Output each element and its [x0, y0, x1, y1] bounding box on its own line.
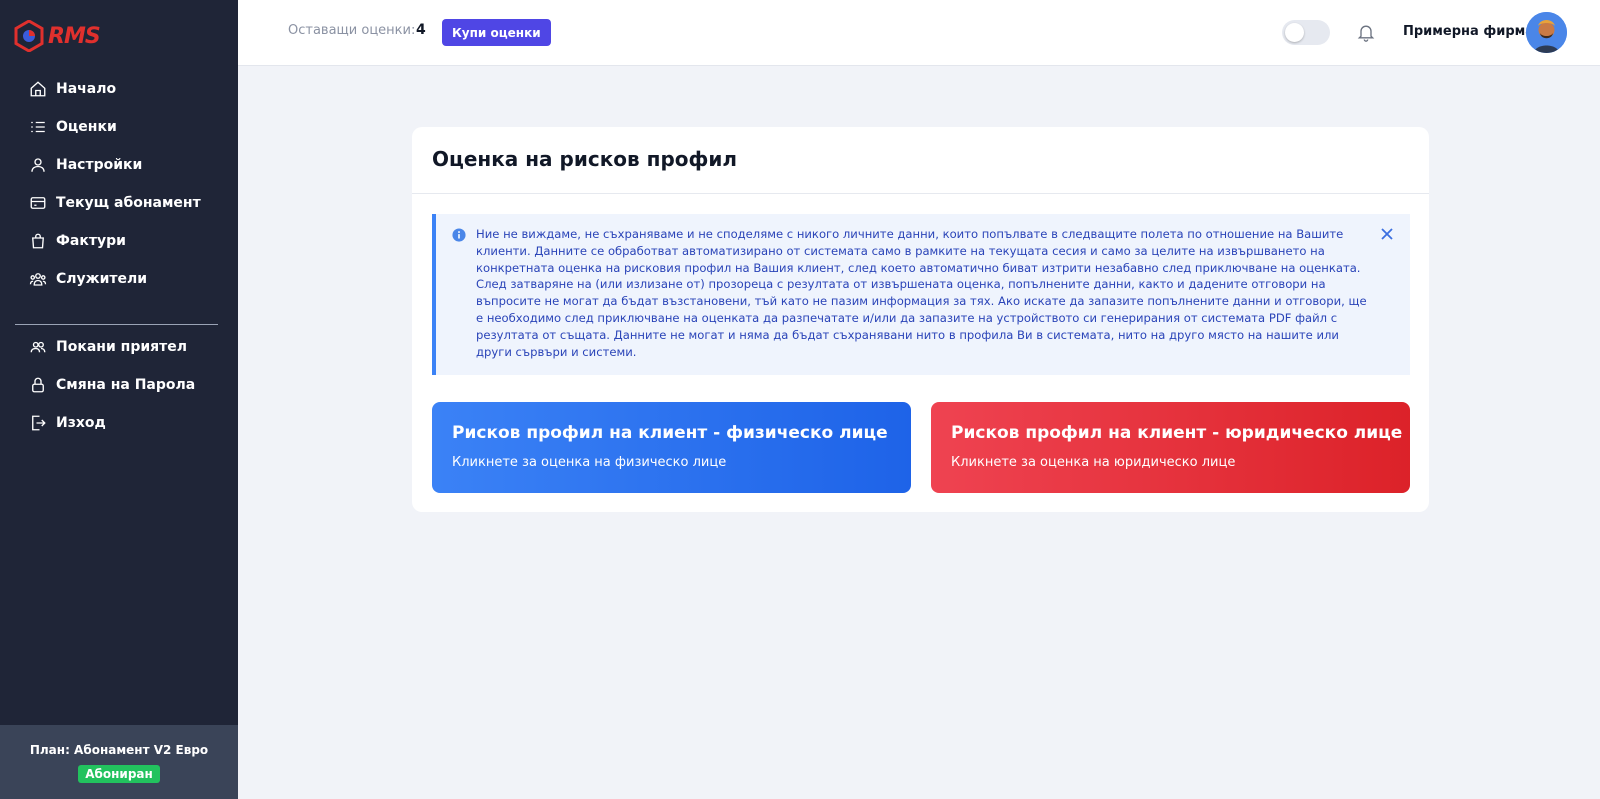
sidebar-nav: Начало Оценки Настройки Текущ абонамент … — [0, 70, 238, 298]
sidebar-item-label: Фактури — [56, 233, 126, 249]
remaining-assessments-count: 4 — [416, 22, 426, 38]
home-icon — [30, 81, 46, 97]
logout-icon — [32, 415, 46, 431]
sidebar-item-logout[interactable]: Изход — [0, 404, 238, 442]
toggle-knob — [1285, 23, 1304, 42]
sidebar-item-label: Начало — [56, 81, 117, 97]
tile-title: Рисков профил на клиент - физическо лице — [452, 423, 888, 443]
user-icon — [31, 158, 45, 172]
sidebar-item-label: Смяна на Парола — [56, 377, 196, 393]
info-text: Ние не виждаме, не съхраняваме и не спод… — [476, 227, 1367, 359]
lock-icon — [32, 377, 44, 393]
theme-toggle[interactable] — [1282, 20, 1330, 45]
sidebar-item-label: Покани приятел — [56, 339, 187, 355]
tile-subtitle: Кликнете за оценка на физическо лице — [452, 455, 727, 470]
sidebar-item-invite[interactable]: Покани приятел — [0, 328, 238, 366]
remaining-assessments-label: Оставащи оценки: — [288, 23, 416, 38]
sidebar-divider — [15, 324, 218, 325]
plan-panel: План: Абонамент V2 Евро Абониран — [0, 725, 238, 799]
logo[interactable]: RMS — [14, 20, 101, 52]
users-icon — [29, 273, 47, 286]
privacy-info-alert: Ние не виждаме, не съхраняваме и не спод… — [432, 214, 1410, 375]
risk-profile-card: Оценка на рисков профил Ние не виждаме, … — [412, 127, 1429, 512]
sidebar-item-change-password[interactable]: Смяна на Парола — [0, 366, 238, 404]
sidebar-item-settings[interactable]: Настройки — [0, 146, 238, 184]
sidebar-item-label: Оценки — [56, 119, 117, 135]
list-icon — [31, 121, 45, 133]
close-icon[interactable] — [1380, 227, 1394, 241]
invite-icon — [30, 341, 46, 353]
sidebar-item-assessments[interactable]: Оценки — [0, 108, 238, 146]
sidebar-item-employees[interactable]: Служители — [0, 260, 238, 298]
status-badge: Абониран — [78, 765, 160, 783]
sidebar-item-label: Настройки — [56, 157, 143, 173]
sidebar-item-label: Служители — [56, 271, 148, 287]
logo-hex-icon — [14, 20, 44, 52]
sidebar-item-home[interactable]: Начало — [0, 70, 238, 108]
buy-assessments-button[interactable]: Купи оценки — [442, 19, 551, 46]
tile-subtitle: Кликнете за оценка на юридическо лице — [951, 455, 1236, 470]
logo-text: RMS — [48, 23, 101, 49]
company-name[interactable]: Примерна фирма — [1403, 24, 1534, 39]
plan-text: План: Абонамент V2 Евро — [29, 743, 209, 757]
page-title: Оценка на рисков профил — [432, 147, 738, 171]
sidebar-item-label: Текущ абонамент — [56, 195, 201, 211]
sidebar-item-invoices[interactable]: Фактури — [0, 222, 238, 260]
card-icon — [30, 197, 46, 209]
sidebar-item-label: Изход — [56, 415, 106, 431]
bag-icon — [32, 233, 44, 249]
sidebar: RMS Начало Оценки Настройки Текущ абонам… — [0, 0, 238, 799]
bell-icon[interactable] — [1356, 21, 1376, 43]
card-divider — [412, 193, 1429, 194]
tile-title: Рисков профил на клиент - юридическо лиц… — [951, 423, 1403, 443]
avatar[interactable] — [1526, 12, 1567, 53]
sidebar-secondary-nav: Покани приятел Смяна на Парола Изход — [0, 328, 238, 442]
legal-entity-risk-profile-button[interactable]: Рисков профил на клиент - юридическо лиц… — [931, 402, 1410, 493]
top-header: Оставащи оценки: 4 Купи оценки Примерна … — [238, 0, 1600, 66]
avatar-image-icon — [1526, 12, 1567, 53]
sidebar-item-subscription[interactable]: Текущ абонамент — [0, 184, 238, 222]
info-icon — [452, 228, 466, 242]
individual-risk-profile-button[interactable]: Рисков профил на клиент - физическо лице… — [432, 402, 911, 493]
